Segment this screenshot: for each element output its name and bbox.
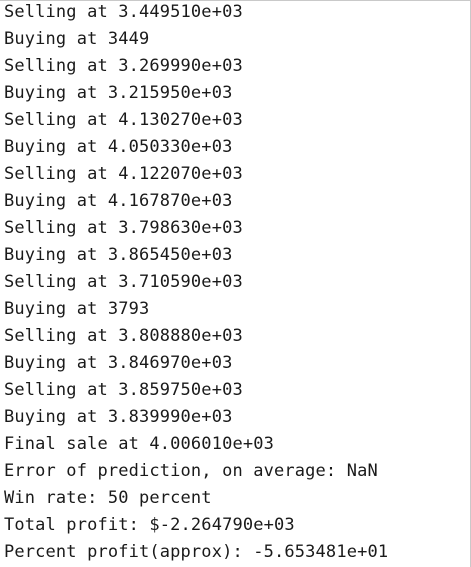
console-line: Buying at 3.215950e+03 xyxy=(4,83,233,103)
console-line: Buying at 3449 xyxy=(4,29,150,49)
console-line: Selling at 3.798630e+03 xyxy=(4,218,243,238)
console-line: Selling at 4.130270e+03 xyxy=(4,110,243,130)
console-line: Buying at 3793 xyxy=(4,299,150,319)
console-line: Selling at 3.808880e+03 xyxy=(4,326,243,346)
percent-profit-line: Percent profit(approx): -5.653481e+01 xyxy=(4,542,389,562)
final-sale-line: Final sale at 4.006010e+03 xyxy=(4,434,275,454)
console-line: Buying at 4.167870e+03 xyxy=(4,191,233,211)
total-profit-line: Total profit: $-2.264790e+03 xyxy=(4,515,295,535)
console-line: Selling at 3.710590e+03 xyxy=(4,272,243,292)
console-line: Selling at 3.269990e+03 xyxy=(4,56,243,76)
console-line: Selling at 3.859750e+03 xyxy=(4,380,243,400)
console-line: Selling at 3.449510e+03 xyxy=(4,2,243,22)
console-line: Buying at 3.839990e+03 xyxy=(4,407,233,427)
console-line: Buying at 3.846970e+03 xyxy=(4,353,233,373)
console-line: Buying at 3.865450e+03 xyxy=(4,245,233,265)
win-rate-line: Win rate: 50 percent xyxy=(4,488,212,508)
prediction-error-line: Error of prediction, on average: NaN xyxy=(4,461,378,481)
console-lines: Selling at 3.449510e+03 Buying at 3449 S… xyxy=(4,0,388,566)
console-line: Selling at 4.122070e+03 xyxy=(4,164,243,184)
console-line: Buying at 4.050330e+03 xyxy=(4,137,233,157)
console-output: Selling at 3.449510e+03 Buying at 3449 S… xyxy=(0,0,471,567)
